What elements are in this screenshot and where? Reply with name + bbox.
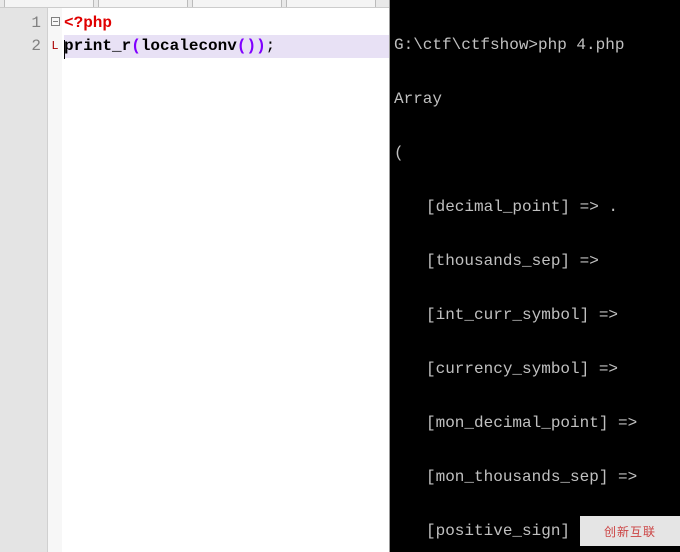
token-identifier: localeconv	[141, 37, 237, 55]
line-number: 1	[0, 12, 41, 35]
terminal-output: [thousands_sep] =>	[394, 252, 674, 270]
token-paren: )	[246, 37, 256, 55]
token-semicolon: ;	[266, 37, 276, 55]
editor-pane: 1 2 L <?php print_r(localeconv());	[0, 0, 390, 552]
code-area[interactable]: <?php print_r(localeconv());	[62, 8, 389, 552]
token-paren: (	[237, 37, 247, 55]
editor-tab[interactable]	[192, 0, 282, 8]
editor-tab[interactable]	[98, 0, 188, 8]
line-number-gutter: 1 2	[0, 8, 48, 552]
code-line: print_r(localeconv());	[64, 35, 389, 58]
token-paren: (	[131, 37, 141, 55]
line-number: 2	[0, 35, 41, 58]
editor-body: 1 2 L <?php print_r(localeconv());	[0, 8, 389, 552]
terminal-output: [decimal_point] => .	[394, 198, 674, 216]
terminal-output: (	[394, 144, 674, 162]
watermark-badge: 创新互联	[580, 516, 680, 546]
terminal-output: [mon_thousands_sep] =>	[394, 468, 674, 486]
text-caret	[64, 40, 65, 59]
token-paren: )	[256, 37, 266, 55]
terminal-pane[interactable]: G:\ctf\ctfshow>php 4.php Array ( [decima…	[390, 0, 680, 552]
code-line: <?php	[64, 12, 389, 35]
editor-tab[interactable]	[4, 0, 94, 8]
fold-toggle-icon[interactable]	[48, 12, 62, 35]
terminal-output: [int_curr_symbol] =>	[394, 306, 674, 324]
terminal-output: [currency_symbol] =>	[394, 360, 674, 378]
token-function: print_r	[64, 37, 131, 55]
fold-end-icon: L	[48, 35, 62, 58]
editor-tab[interactable]	[286, 0, 376, 8]
fold-column: L	[48, 8, 62, 552]
terminal-output: Array	[394, 90, 674, 108]
tab-bar	[0, 0, 389, 8]
terminal-command-line: G:\ctf\ctfshow>php 4.php	[394, 36, 674, 54]
app-root: 1 2 L <?php print_r(localeconv()); G:\ct…	[0, 0, 680, 552]
php-open-tag: <?php	[64, 14, 112, 32]
terminal-output: [mon_decimal_point] =>	[394, 414, 674, 432]
